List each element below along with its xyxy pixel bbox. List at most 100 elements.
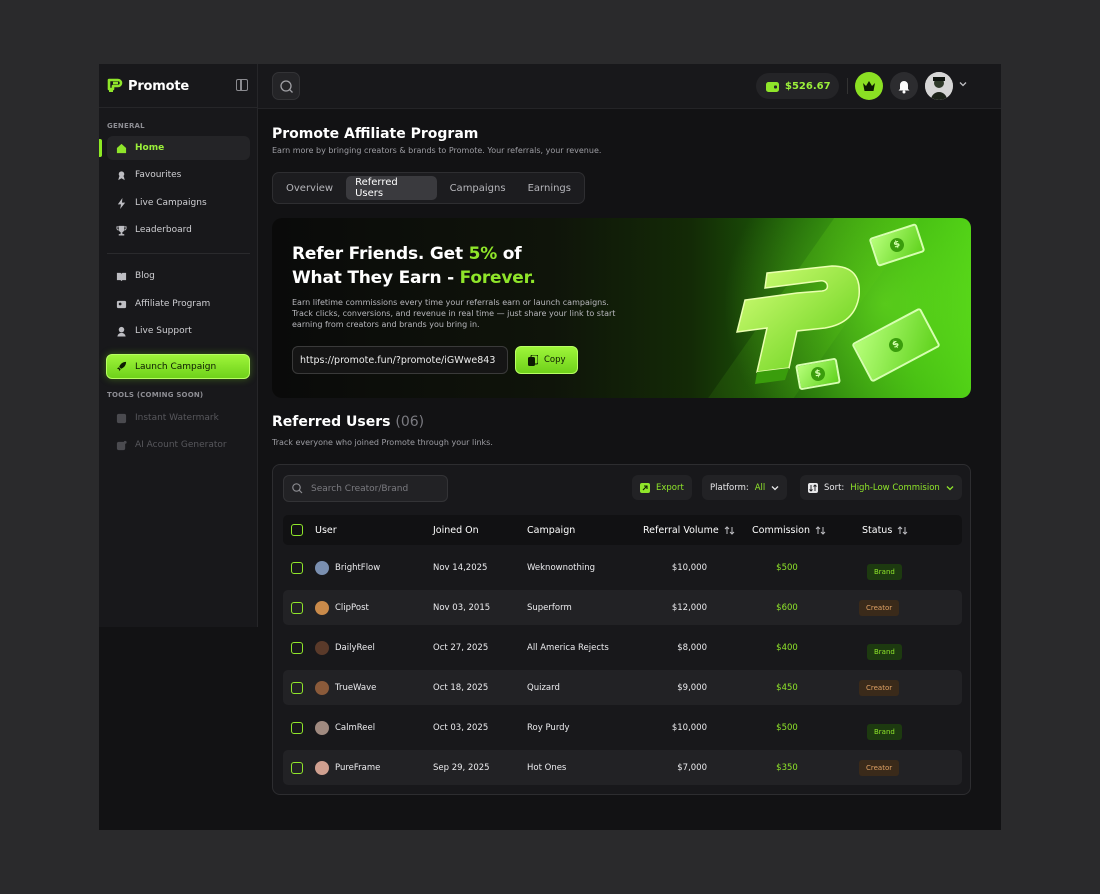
sidebar-item-label: Blog [135,271,155,281]
column-referral-volume[interactable]: Referral Volume [643,515,735,545]
banner-headline-highlight: 5% [468,244,498,264]
banner-headline-text: of [497,244,522,264]
sidebar-item-label: Instant Watermark [135,413,219,423]
user-avatar [315,600,329,615]
row-checkbox[interactable] [291,710,303,745]
campaign-name: Superform [527,602,572,613]
commission-amount: $600 [776,602,798,613]
wallet-balance[interactable]: $526.67 [756,73,839,99]
user-cell: CalmReel [315,710,375,745]
campaign-name: Quizard [527,682,560,693]
section-label-tools: TOOLS (COMING SOON) [107,391,204,399]
table-row[interactable]: CalmReel Oct 03, 2025 Roy Purdy $10,000 $500… [283,710,962,745]
table-row[interactable]: DailyReel Oct 27, 2025 All America Rejects… [283,630,962,665]
commission-amount: $450 [776,682,798,693]
sidebar: Promote GENERAL Home Favourites Live Cam… [99,64,258,627]
tab-overview[interactable]: Overview [277,176,342,200]
sort-icon [808,482,818,493]
table-row[interactable]: ClipPost Nov 03, 2015 Superform $12,000 $600… [283,590,962,625]
sidebar-item-leaderboard[interactable]: Leaderboard [107,218,250,242]
referred-count: (06) [395,414,425,430]
sidebar-item-label: Live Campaigns [135,198,207,208]
joined-date: Oct 18, 2025 [433,682,489,693]
status-label: Creator [859,679,900,696]
select-all-checkbox[interactable] [291,515,303,545]
banner-headline-text: Refer Friends. Get [292,244,469,264]
chevron-down-icon [946,485,954,490]
copy-link-button[interactable]: Copy [515,346,578,374]
tab-earnings[interactable]: Earnings [519,176,580,200]
row-checkbox[interactable] [291,590,303,625]
page-subtitle: Earn more by bringing creators & brands … [272,146,602,155]
sort-dropdown[interactable]: Sort: High-Low Commision [800,475,962,500]
user-name: PureFrame [335,762,381,773]
sidebar-item-label: Leaderboard [135,225,192,235]
status-label: Brand [867,564,902,580]
platform-filter[interactable]: Platform: All [702,475,788,500]
sidebar-item-live-support[interactable]: Live Support [107,319,250,343]
column-commission[interactable]: Commission [752,515,826,545]
lightning-icon [117,197,126,209]
referral-link-field[interactable]: https://promote.fun/?promote/iGWwe843 [292,346,508,374]
favourites-icon [118,170,125,180]
row-checkbox[interactable] [291,750,303,785]
sidebar-collapse-icon[interactable] [236,79,248,91]
referral-volume: $7,000 [677,762,707,773]
brand[interactable]: Promote [107,78,189,94]
tab-campaigns[interactable]: Campaigns [441,176,515,200]
export-button[interactable]: Export [632,475,692,500]
sidebar-item-affiliate-program[interactable]: Affiliate Program [107,292,250,316]
sidebar-item-label: Favourites [135,170,182,180]
table-row[interactable]: PureFrame Sep 29, 2025 Hot Ones $7,000 $350 C… [283,750,962,785]
column-label: Status [862,524,893,536]
user-name: CalmReel [335,722,376,733]
status-label: Creator [859,759,900,776]
sidebar-item-blog[interactable]: Blog [107,264,250,288]
chevron-down-icon [771,485,779,490]
user-name: BrightFlow [335,562,381,573]
ai-icon [116,440,127,450]
row-checkbox[interactable] [291,630,303,665]
column-status[interactable]: Status [862,515,908,545]
support-icon [117,326,126,337]
wallet-icon [766,81,779,92]
chevron-down-icon[interactable] [959,80,967,88]
export-icon [640,482,650,493]
sidebar-item-live-campaigns[interactable]: Live Campaigns [107,191,250,215]
sidebar-item-home[interactable]: Home [107,136,250,160]
user-avatar [315,560,329,575]
platform-value: All [754,482,766,493]
search-button[interactable] [272,72,300,100]
sidebar-item-favourites[interactable]: Favourites [107,163,250,187]
copy-label: Copy [544,355,566,365]
launch-campaign-button[interactable]: Launch Campaign [106,354,250,379]
premium-button[interactable] [855,72,883,100]
table-row[interactable]: BrightFlow Nov 14,2025 Weknownothing $10,00… [283,550,962,585]
tab-referred-users[interactable]: Referred Users [346,176,437,200]
bell-icon [898,81,910,94]
column-user: User [315,524,337,536]
campaign-name: Hot Ones [527,762,567,773]
banner-headline-text: What They Earn - [292,268,460,288]
sort-arrows-icon [724,525,735,535]
notifications-button[interactable] [890,72,918,100]
user-avatar [315,640,329,655]
campaign-name: Weknownothing [527,562,596,573]
section-title-text: Referred Users [272,414,391,430]
sort-arrows-icon [815,525,826,535]
search-creator-input[interactable]: Search Creator/Brand [283,475,448,502]
export-label: Export [656,482,684,493]
banner-headline-highlight: Forever. [459,268,536,288]
referral-volume: $12,000 [671,602,707,613]
user-avatar[interactable] [925,72,953,100]
row-checkbox[interactable] [291,670,303,705]
joined-date: Nov 03, 2015 [433,602,491,613]
page-title: Promote Affiliate Program [272,126,479,142]
active-indicator [99,139,102,157]
brand-name: Promote [128,78,189,94]
row-checkbox[interactable] [291,550,303,585]
table-row[interactable]: TrueWave Oct 18, 2025 Quizard $9,000 $450 Cre… [283,670,962,705]
home-icon [116,143,127,153]
sidebar-item-label: AI Acount Generator [135,440,227,450]
joined-date: Nov 14,2025 [433,562,488,573]
